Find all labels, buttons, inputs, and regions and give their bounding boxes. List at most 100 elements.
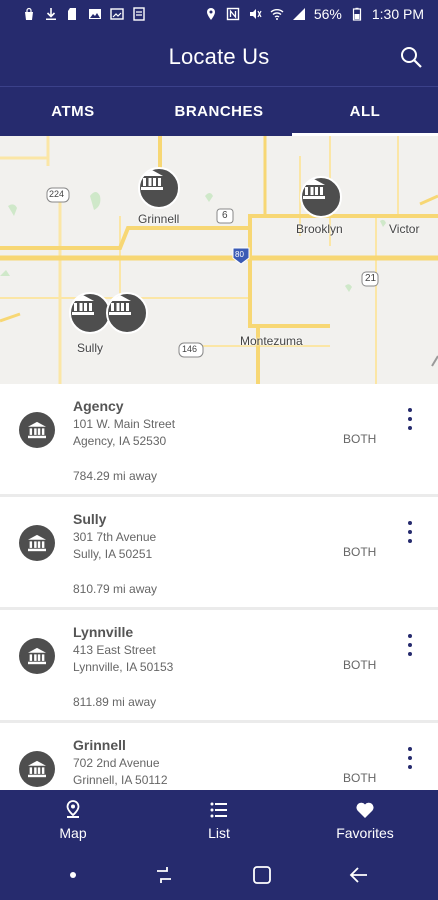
status-notifications: [22, 7, 146, 21]
location-type: BOTH: [343, 432, 377, 446]
kebab-dot: [408, 426, 412, 430]
search-button[interactable]: [396, 42, 426, 72]
tab-branches[interactable]: BRANCHES: [146, 87, 292, 136]
map-label-sully: Sully: [77, 341, 104, 355]
back-icon[interactable]: [348, 864, 370, 886]
highway-label: 6: [222, 210, 228, 221]
bank-icon: [303, 179, 325, 199]
map-pin-icon: [66, 799, 80, 818]
sd-card-icon: [68, 8, 76, 20]
list-item[interactable]: Grinnell 702 2nd Avenue Grinnell, IA 501…: [0, 723, 438, 790]
map-label-grinnell: Grinnell: [138, 212, 180, 226]
location-distance: 810.79 mi away: [73, 582, 158, 596]
map-marker-sully[interactable]: [69, 292, 111, 334]
branch-avatar: [19, 525, 55, 561]
location-address-line2: Agency, IA 52530: [73, 434, 167, 448]
tab-label: ATMS: [51, 103, 95, 120]
more-options-button[interactable]: [400, 519, 420, 545]
kebab-dot: [408, 643, 412, 647]
location-distance: 784.29 mi away: [73, 469, 158, 483]
status-bar: 56% 1:30 PM: [0, 0, 438, 28]
map-view[interactable]: 224 6 80 21 146 Grinnell Brooklyn Victor…: [0, 136, 438, 384]
branch-avatar: [19, 412, 55, 448]
more-options-button[interactable]: [400, 745, 420, 771]
location-name: Lynnville: [73, 624, 134, 640]
recent-apps-icon[interactable]: [153, 864, 175, 886]
map-marker-brooklyn[interactable]: [300, 176, 342, 218]
location-icon: [206, 8, 215, 20]
tab-atms[interactable]: ATMS: [0, 87, 146, 136]
signal-icon: [292, 8, 305, 20]
location-type: BOTH: [343, 771, 377, 785]
kebab-dot: [408, 765, 412, 769]
location-type: BOTH: [343, 545, 377, 559]
nav-map[interactable]: Map: [0, 790, 146, 850]
list-item[interactable]: Lynnville 413 East Street Lynnville, IA …: [0, 610, 438, 720]
location-distance: 811.89 mi away: [73, 695, 157, 709]
map-marker-lynnville[interactable]: [106, 292, 148, 334]
highway-label: 146: [182, 344, 198, 354]
map-label-montezuma: Montezuma: [240, 334, 303, 348]
nav-label: Favorites: [336, 824, 394, 841]
bank-icon: [109, 295, 131, 315]
location-address-line1: 413 East Street: [73, 643, 156, 657]
map-label-victor: Victor: [389, 222, 420, 236]
system-navigation: [0, 850, 438, 900]
branch-avatar: [19, 638, 55, 674]
kebab-dot: [408, 747, 412, 751]
kebab-dot: [408, 756, 412, 760]
map-label-brooklyn: Brooklyn: [296, 222, 343, 236]
more-options-button[interactable]: [400, 406, 420, 432]
mute-icon: [249, 9, 262, 19]
bank-icon: [28, 534, 46, 552]
kebab-dot: [408, 530, 412, 534]
kebab-dot: [408, 408, 412, 412]
location-name: Agency: [73, 398, 124, 414]
map-roads: [0, 136, 438, 384]
nav-favorites[interactable]: Favorites: [292, 790, 438, 850]
nav-label: List: [208, 824, 230, 841]
image-icon: [89, 9, 101, 19]
list-item[interactable]: Agency 101 W. Main Street Agency, IA 525…: [0, 384, 438, 494]
wifi-icon: [270, 9, 284, 20]
highway-label: 21: [365, 273, 377, 284]
battery-icon: [352, 7, 361, 21]
kebab-dot: [408, 634, 412, 638]
bank-icon: [141, 170, 163, 190]
location-address-line1: 702 2nd Avenue: [73, 756, 160, 770]
kebab-dot: [408, 539, 412, 543]
nfc-icon: [226, 7, 240, 21]
more-options-button[interactable]: [400, 632, 420, 658]
list-item[interactable]: Sully 301 7th Avenue Sully, IA 50251 810…: [0, 497, 438, 607]
location-address-line2: Sully, IA 50251: [73, 547, 153, 561]
search-icon: [401, 47, 422, 68]
location-type: BOTH: [343, 658, 377, 672]
kebab-dot: [408, 417, 412, 421]
location-address-line1: 101 W. Main Street: [73, 417, 176, 431]
bank-icon: [28, 647, 46, 665]
highway-label: 224: [49, 189, 65, 199]
tab-label: BRANCHES: [174, 103, 264, 120]
location-address-line2: Grinnell, IA 50112: [73, 773, 168, 787]
download-icon: [46, 8, 56, 20]
home-icon[interactable]: [251, 864, 273, 886]
tab-label: ALL: [349, 103, 381, 120]
status-system: 56% 1:30 PM: [204, 6, 424, 22]
highway-label: 80: [235, 250, 244, 259]
map-marker-grinnell[interactable]: [138, 167, 180, 209]
location-address-line1: 301 7th Avenue: [73, 530, 157, 544]
bank-icon: [28, 421, 46, 439]
bank-icon: [28, 760, 46, 778]
kebab-dot: [408, 652, 412, 656]
location-name: Sully: [73, 511, 107, 527]
bank-icon: [72, 295, 94, 315]
clock: 1:30 PM: [371, 6, 424, 22]
nav-list[interactable]: List: [146, 790, 292, 850]
branch-avatar: [19, 751, 55, 787]
location-list[interactable]: Agency 101 W. Main Street Agency, IA 525…: [0, 384, 438, 790]
location-address-line2: Lynnville, IA 50153: [73, 660, 174, 674]
nav-label: Map: [59, 824, 87, 841]
tab-all[interactable]: ALL: [292, 87, 438, 136]
bottom-navigation: Map List Favorites: [0, 790, 438, 850]
shopping-bag-icon: [25, 7, 33, 20]
